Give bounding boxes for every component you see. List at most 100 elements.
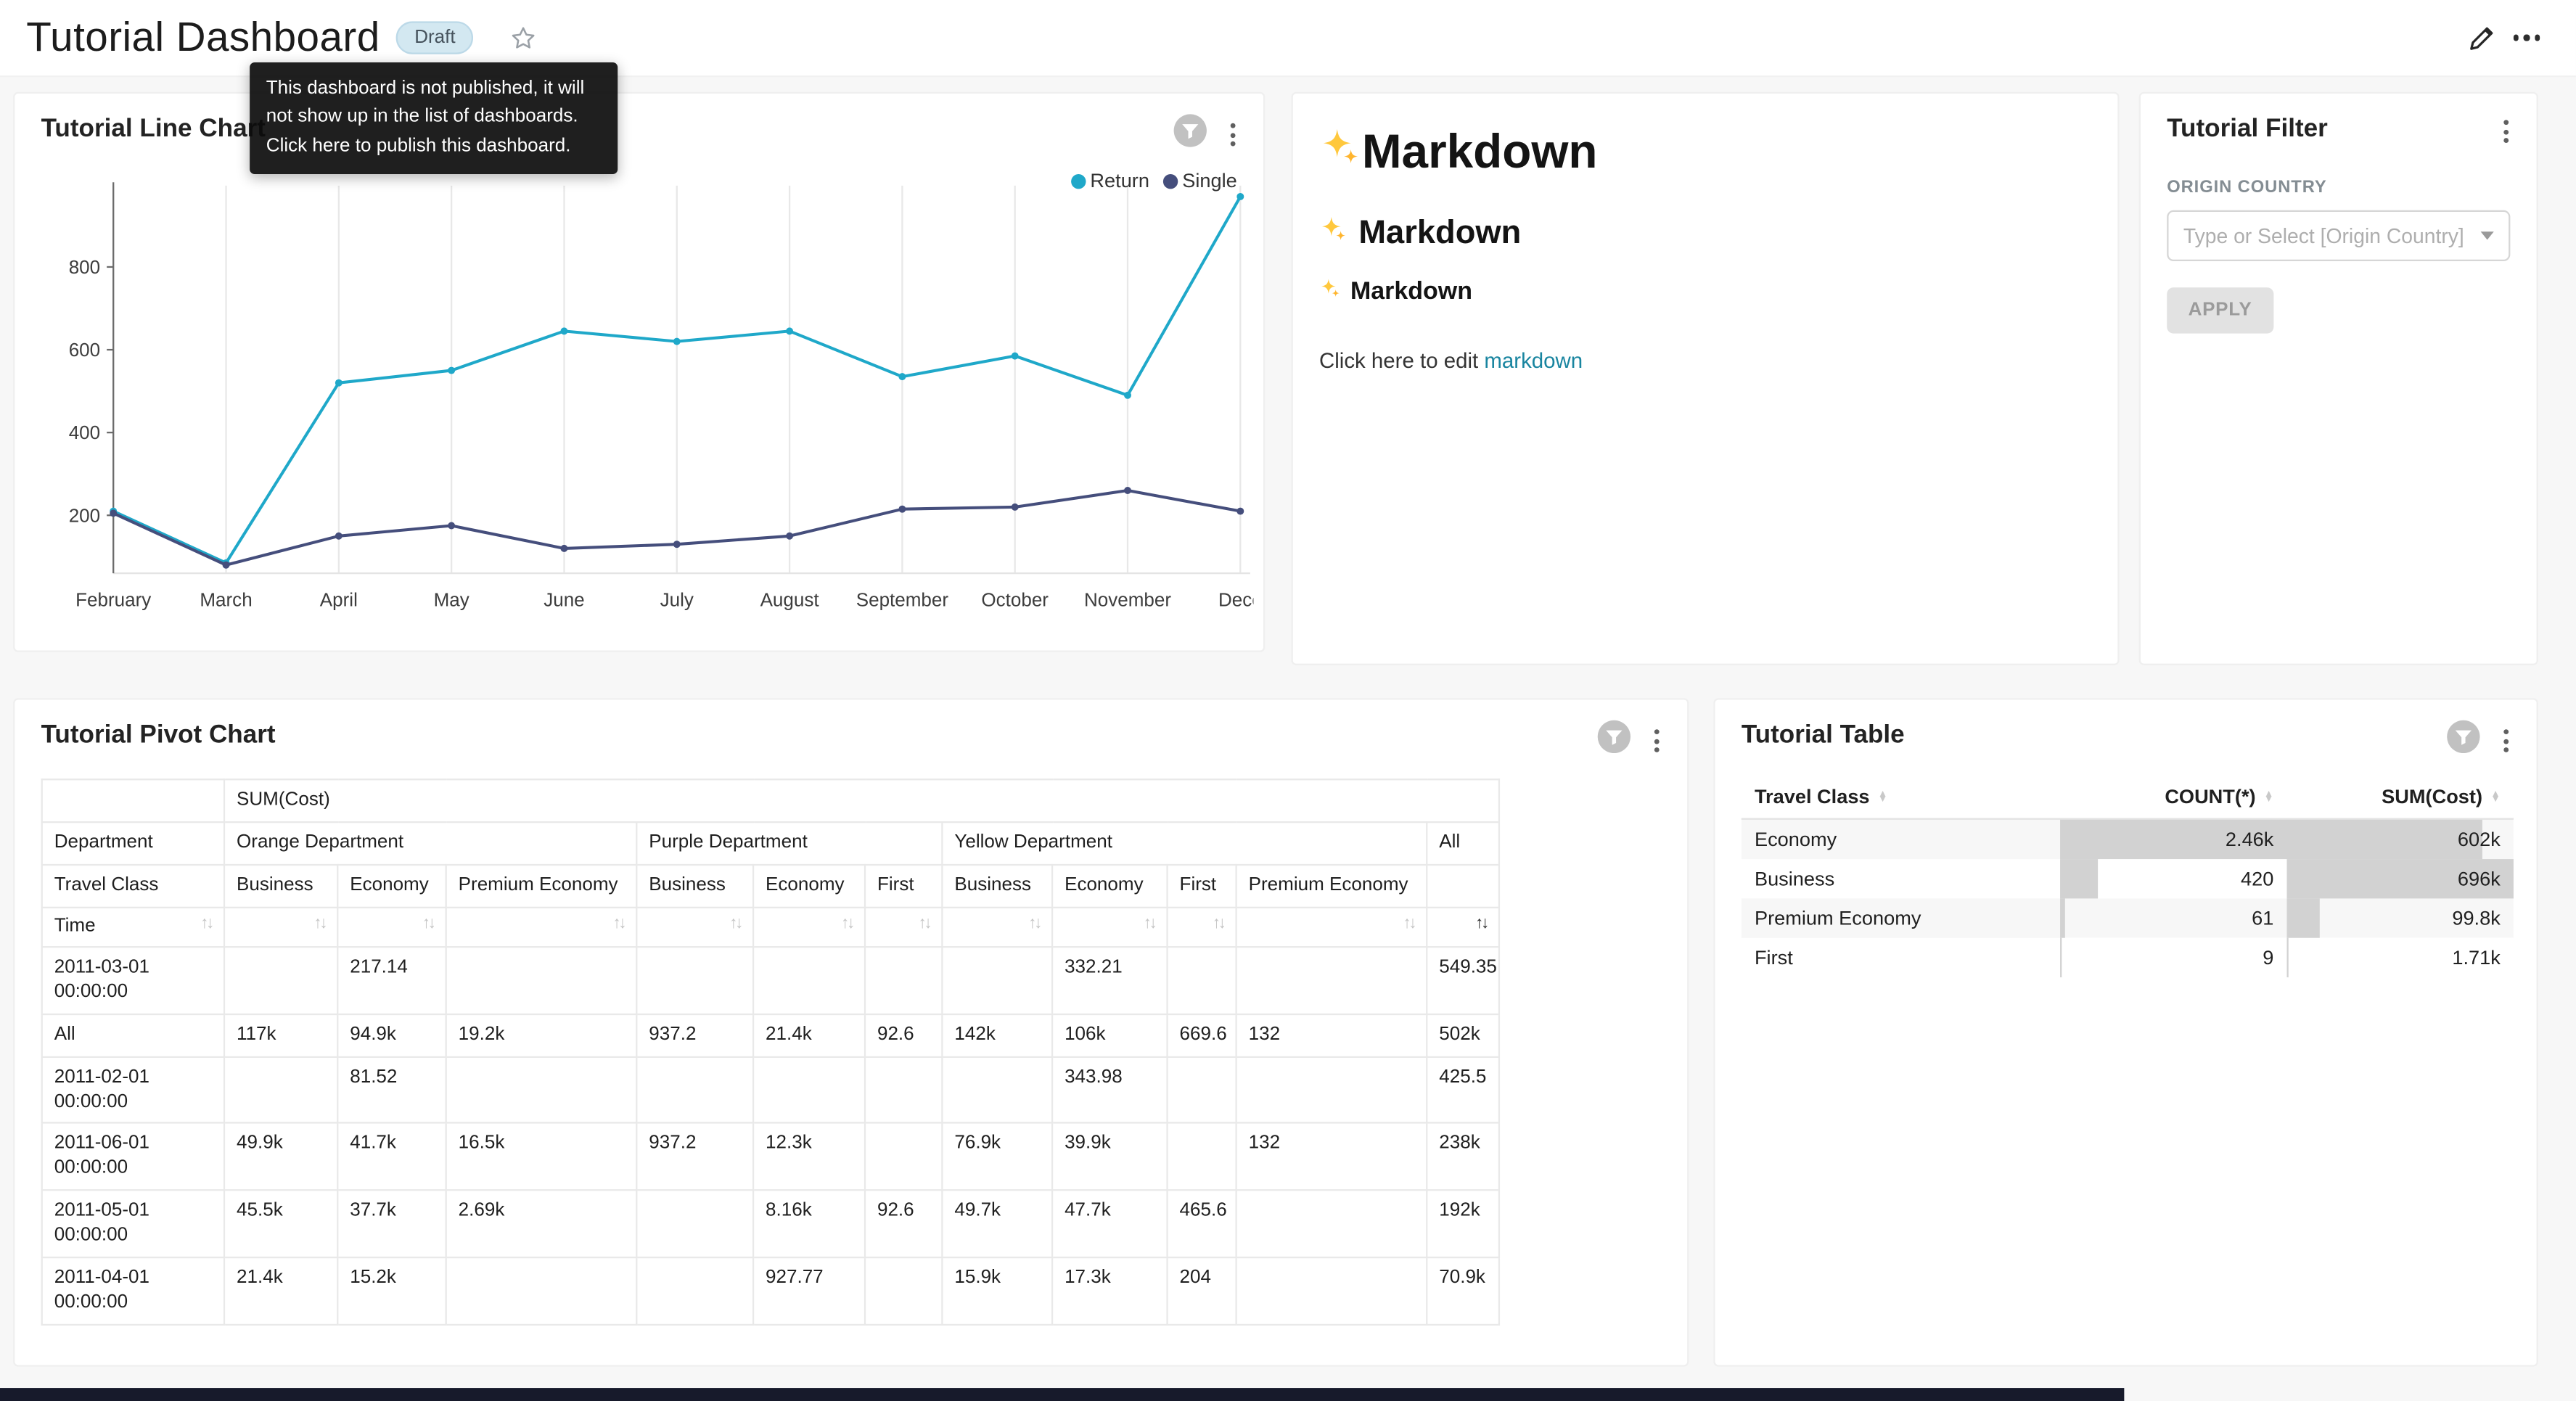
sort-icon[interactable]: ↑↓ bbox=[1028, 915, 1040, 934]
filter-indicator-icon[interactable] bbox=[2446, 720, 2481, 763]
sort-icon[interactable]: ↑↓ bbox=[1403, 915, 1414, 934]
pivot-class-header[interactable]: First bbox=[1168, 865, 1236, 908]
chart-legend: Return Single bbox=[1070, 169, 1237, 192]
pivot-value-cell: 21.4k bbox=[224, 1258, 337, 1326]
pivot-value-cell: 238k bbox=[1427, 1123, 1499, 1191]
legend-item-return[interactable]: Return bbox=[1070, 169, 1149, 192]
sort-icon[interactable]: ↑↓ bbox=[919, 915, 930, 934]
markdown-edit-link[interactable]: markdown bbox=[1484, 348, 1583, 373]
pivot-value-cell: 94.9k bbox=[337, 1014, 446, 1056]
pivot-measure-label: SUM(Cost) bbox=[224, 779, 1499, 822]
sort-icon[interactable]: ↑↓ bbox=[612, 915, 624, 934]
pivot-class-header[interactable]: Business bbox=[636, 865, 753, 908]
column-header-travel-class[interactable]: Travel Class▲▼ bbox=[1742, 776, 2060, 819]
draft-badge[interactable]: Draft bbox=[396, 21, 473, 54]
sort-icon[interactable]: ↑↓ bbox=[422, 915, 434, 934]
pivot-group-header[interactable]: Orange Department bbox=[224, 822, 636, 865]
pivot-empty-header bbox=[1427, 865, 1499, 908]
filter-indicator-icon[interactable] bbox=[1173, 113, 1207, 156]
column-header-count-[interactable]: COUNT(*)▲▼ bbox=[2060, 776, 2286, 819]
sort-icon[interactable]: ↑↓ bbox=[1475, 915, 1487, 934]
pivot-time-label: Time bbox=[54, 915, 96, 940]
travel-class-cell: Business bbox=[1742, 859, 2060, 898]
data-point bbox=[786, 327, 793, 334]
pivot-value-cell bbox=[224, 947, 337, 1014]
kebab-menu-icon[interactable] bbox=[1646, 723, 1668, 759]
sort-icon[interactable]: ↑↓ bbox=[1213, 915, 1224, 934]
data-point bbox=[898, 373, 906, 380]
x-axis-label: February bbox=[75, 588, 151, 610]
pivot-value-cell: 8.16k bbox=[753, 1191, 865, 1258]
kebab-menu-icon[interactable] bbox=[2495, 723, 2516, 759]
pivot-value-cell bbox=[636, 1056, 753, 1124]
more-options-icon[interactable] bbox=[2503, 15, 2549, 60]
pivot-row: 2011-06-01 00:00:0049.9k41.7k16.5k937.21… bbox=[42, 1123, 1499, 1191]
markdown-h3: Markdown bbox=[1319, 278, 2091, 305]
pivot-value-cell: 37.7k bbox=[337, 1191, 446, 1258]
pivot-card-title: Tutorial Pivot Chart bbox=[41, 721, 276, 752]
pivot-group-header[interactable]: Purple Department bbox=[636, 822, 942, 865]
pivot-value-cell bbox=[865, 947, 942, 1014]
filter-indicator-icon[interactable] bbox=[1597, 720, 1632, 763]
pivot-table: SUM(Cost)DepartmentOrange DepartmentPurp… bbox=[41, 778, 1501, 1326]
pivot-sort-cell: ↑↓ bbox=[1168, 907, 1236, 946]
pivot-class-header[interactable]: Business bbox=[224, 865, 337, 908]
pivot-value-cell: 81.52 bbox=[337, 1056, 446, 1124]
apply-button[interactable]: APPLY bbox=[2167, 287, 2273, 333]
data-point bbox=[673, 541, 681, 548]
favorite-star-icon[interactable] bbox=[509, 24, 537, 52]
data-point bbox=[1236, 193, 1244, 200]
pivot-group-header[interactable]: Yellow Department bbox=[942, 822, 1427, 865]
pivot-class-header[interactable]: Premium Economy bbox=[446, 865, 637, 908]
markdown-body[interactable]: Markdown Markdown Markdown Click here to… bbox=[1293, 94, 2118, 373]
pivot-class-header[interactable]: Economy bbox=[337, 865, 446, 908]
pivot-value-cell bbox=[1168, 1123, 1236, 1191]
pivot-class-header[interactable]: Economy bbox=[1052, 865, 1167, 908]
pivot-value-cell: 47.7k bbox=[1052, 1191, 1167, 1258]
pivot-row: 2011-05-01 00:00:0045.5k37.7k2.69k8.16k9… bbox=[42, 1191, 1499, 1258]
sort-icon[interactable]: ▲▼ bbox=[1878, 792, 1887, 803]
sort-icon[interactable]: ↑↓ bbox=[313, 915, 325, 934]
pivot-sort-cell: ↑↓ bbox=[1427, 907, 1499, 946]
sort-icon[interactable]: ▲▼ bbox=[2264, 792, 2273, 803]
pivot-class-header[interactable]: First bbox=[865, 865, 942, 908]
pivot-value-cell: 332.21 bbox=[1052, 947, 1167, 1014]
line-chart-svg[interactable]: FebruaryMarchAprilMayJuneJulyAugustSepte… bbox=[28, 160, 1253, 636]
pivot-value-cell: 2.69k bbox=[446, 1191, 637, 1258]
cell-value: 9 bbox=[2060, 938, 2286, 977]
pivot-value-cell: 45.5k bbox=[224, 1191, 337, 1258]
markdown-paragraph: Click here to edit markdown bbox=[1319, 348, 2091, 373]
sort-icon[interactable]: ↑↓ bbox=[200, 915, 212, 934]
kebab-menu-icon[interactable] bbox=[1222, 117, 1243, 153]
filter-card-title: Tutorial Filter bbox=[2167, 115, 2328, 145]
sort-icon[interactable]: ↑↓ bbox=[841, 915, 853, 934]
pivot-value-cell: 132 bbox=[1236, 1014, 1427, 1056]
column-header-sum-cost-[interactable]: SUM(Cost)▲▼ bbox=[2286, 776, 2513, 819]
unpublished-tooltip[interactable]: This dashboard is not published, it will… bbox=[250, 62, 618, 173]
pivot-value-cell: 41.7k bbox=[337, 1123, 446, 1191]
kebab-menu-icon[interactable] bbox=[2495, 113, 2516, 149]
sort-icon[interactable]: ↑↓ bbox=[1144, 915, 1155, 934]
pivot-class-header[interactable]: Premium Economy bbox=[1236, 865, 1427, 908]
sort-down-icon: ▼ bbox=[2490, 798, 2500, 803]
sort-icon[interactable]: ▲▼ bbox=[2490, 792, 2500, 803]
pivot-value-cell: 106k bbox=[1052, 1014, 1167, 1056]
sort-icon[interactable]: ↑↓ bbox=[729, 915, 741, 934]
edit-dashboard-icon[interactable] bbox=[2458, 15, 2503, 60]
table-card-header: Tutorial Table bbox=[1715, 699, 2537, 762]
pivot-row-label: All bbox=[42, 1014, 224, 1056]
pivot-value-cell bbox=[636, 947, 753, 1014]
markdown-h2-text: Markdown bbox=[1358, 215, 1521, 253]
pivot-class-header[interactable]: Economy bbox=[753, 865, 865, 908]
pivot-class-header[interactable]: Business bbox=[942, 865, 1052, 908]
x-axis-label: October bbox=[981, 588, 1049, 610]
cell-value: 696k bbox=[2286, 859, 2513, 898]
origin-country-select[interactable]: Type or Select [Origin Country] bbox=[2167, 210, 2510, 261]
cell-value: 99.8k bbox=[2286, 898, 2513, 937]
data-point bbox=[673, 338, 681, 345]
sum-cell: 602k bbox=[2286, 819, 2513, 859]
pivot-value-cell: 549.35 bbox=[1427, 947, 1499, 1014]
pivot-value-cell bbox=[865, 1056, 942, 1124]
x-axis-label: Dece bbox=[1218, 588, 1253, 610]
legend-item-single[interactable]: Single bbox=[1162, 169, 1237, 192]
